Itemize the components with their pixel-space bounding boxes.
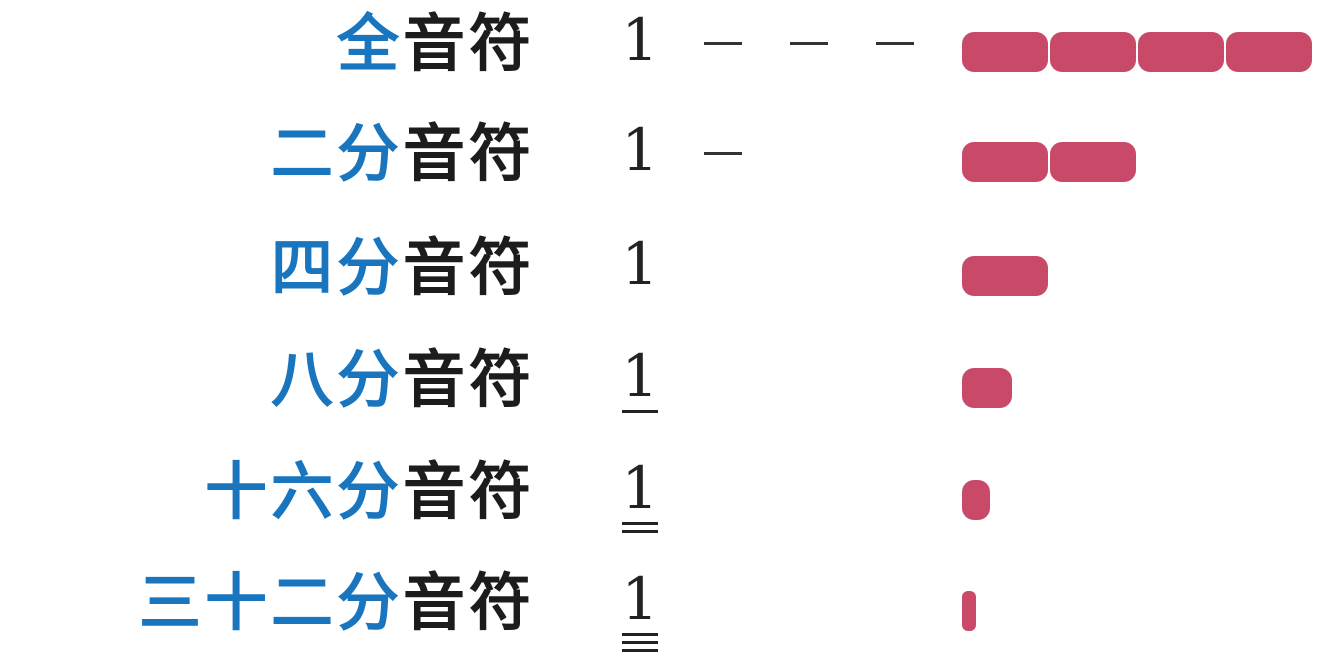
duration-segment <box>962 591 976 631</box>
extension-dash <box>876 42 914 45</box>
duration-segment <box>1050 142 1136 182</box>
note-name-label: 四分 音符 <box>271 228 535 308</box>
reduction-underline <box>622 633 658 636</box>
reduction-underline <box>622 522 658 525</box>
jianpu-notation: 1 <box>618 120 918 194</box>
duration-segment <box>962 32 1048 72</box>
note-name-label: 全音符 <box>337 4 535 84</box>
note-row: 三十二分 音符 1 <box>0 563 1330 652</box>
jianpu-digit: 1 <box>621 342 659 410</box>
duration-segment <box>962 142 1048 182</box>
note-name-label: 二分 音符 <box>271 114 535 194</box>
duration-segment <box>1050 32 1136 72</box>
jianpu-notation: 1 <box>618 346 918 420</box>
note-name-suffix: 音符 <box>402 231 535 304</box>
extension-dash <box>790 42 828 45</box>
note-name-prefix: 全 <box>336 7 403 80</box>
note-name-prefix: 十六分 <box>204 455 403 528</box>
jianpu-notation: 1 <box>618 565 918 652</box>
note-name-prefix: 三十二分 <box>138 566 403 639</box>
note-name-suffix: 音符 <box>402 343 535 416</box>
note-name-label: 十六分 音符 <box>205 452 535 532</box>
extension-dash <box>704 42 742 45</box>
duration-segment <box>1138 32 1224 72</box>
duration-segment <box>962 256 1048 296</box>
jianpu-digit: 1 <box>621 565 659 633</box>
note-row: 四分 音符 1 <box>0 228 1330 308</box>
extension-dash <box>704 152 742 155</box>
jianpu-digit: 1 <box>621 230 659 298</box>
duration-segment <box>962 480 990 520</box>
note-name-label: 八分 音符 <box>271 340 535 420</box>
note-name-suffix: 音符 <box>402 117 535 190</box>
jianpu-digit: 1 <box>621 454 659 522</box>
jianpu-notation: 1 <box>618 454 918 533</box>
note-name-suffix: 音符 <box>402 455 535 528</box>
note-name-prefix: 四分 <box>270 231 403 304</box>
reduction-underline <box>622 410 658 413</box>
duration-segment <box>962 368 1012 408</box>
jianpu-digit: 1 <box>621 116 659 184</box>
reduction-underline <box>622 530 658 533</box>
jianpu-notation: 1 <box>618 10 918 84</box>
jianpu-digit: 1 <box>621 6 659 74</box>
note-row: 八分 音符 1 <box>0 340 1330 420</box>
note-name-prefix: 八分 <box>270 343 403 416</box>
reduction-underline <box>622 649 658 652</box>
note-name-suffix: 音符 <box>402 566 535 639</box>
note-name-label: 三十二分 音符 <box>139 563 535 643</box>
note-row: 二分 音符 1 <box>0 114 1330 194</box>
jianpu-notation: 1 <box>618 234 918 308</box>
reduction-underline <box>622 641 658 644</box>
duration-segment <box>1226 32 1312 72</box>
note-name-suffix: 音符 <box>402 7 535 80</box>
note-name-prefix: 二分 <box>270 117 403 190</box>
note-row: 十六分 音符 1 <box>0 452 1330 533</box>
note-row: 全音符 1 <box>0 4 1330 84</box>
